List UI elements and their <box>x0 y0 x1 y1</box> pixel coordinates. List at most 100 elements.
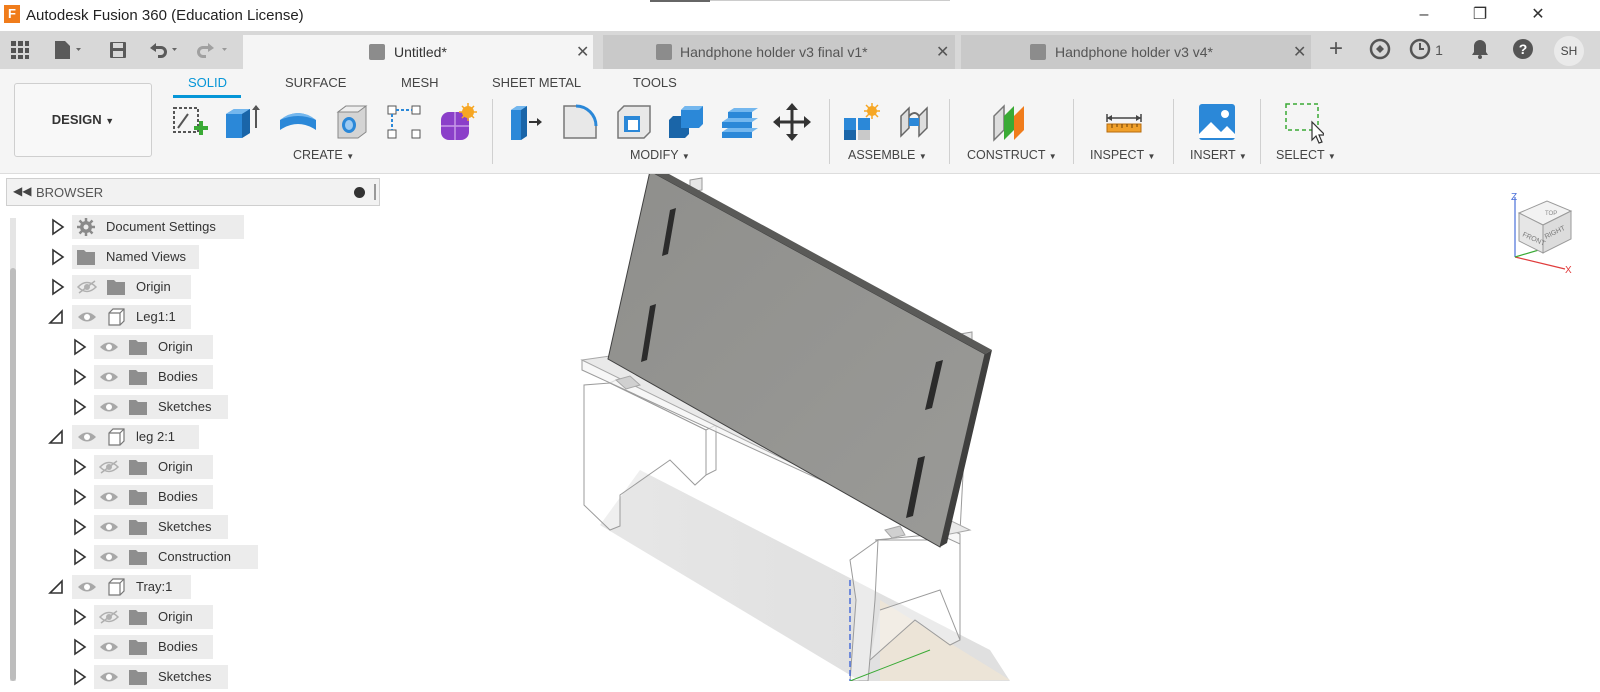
hole-icon[interactable] <box>332 102 370 140</box>
close-tab-icon[interactable]: ✕ <box>1293 42 1306 62</box>
tab-handphone-holder-v4[interactable]: Handphone holder v3 v4* ✕ <box>961 35 1311 69</box>
collapse-panel-icon[interactable]: ◀◀ <box>13 184 31 198</box>
browser-node[interactable]: Tray:1 <box>48 575 308 599</box>
browser-node[interactable]: leg 2:1 <box>48 425 308 449</box>
3d-viewport[interactable] <box>380 168 1600 682</box>
offset-plane-icon[interactable] <box>990 102 1028 142</box>
press-pull-icon[interactable] <box>505 102 543 140</box>
measure-icon[interactable] <box>1104 102 1142 140</box>
insert-image-icon[interactable] <box>1197 102 1235 140</box>
window-select-icon[interactable] <box>1284 102 1327 144</box>
collapsed-triangle-icon[interactable] <box>70 367 88 387</box>
browser-node[interactable]: Sketches <box>70 515 330 539</box>
minimize-button[interactable]: – <box>1404 3 1444 27</box>
file-menu-icon[interactable] <box>50 37 90 63</box>
new-component-icon[interactable] <box>842 102 880 140</box>
visibility-off-icon[interactable] <box>98 459 120 475</box>
collapsed-triangle-icon[interactable] <box>70 547 88 567</box>
user-avatar[interactable]: SH <box>1554 36 1584 66</box>
close-window-button[interactable]: ✕ <box>1518 3 1558 27</box>
browser-node[interactable]: Origin <box>70 335 330 359</box>
expanded-triangle-icon[interactable] <box>48 427 66 447</box>
collapsed-triangle-icon[interactable] <box>70 337 88 357</box>
create-dropdown[interactable]: CREATE ▼ <box>293 148 354 162</box>
expanded-triangle-icon[interactable] <box>48 577 66 597</box>
collapsed-triangle-icon[interactable] <box>70 457 88 477</box>
construct-dropdown[interactable]: CONSTRUCT ▼ <box>967 148 1057 162</box>
restore-button[interactable]: ❐ <box>1460 3 1500 27</box>
save-icon[interactable] <box>106 37 130 63</box>
inspect-dropdown[interactable]: INSPECT ▼ <box>1090 148 1155 162</box>
tab-solid[interactable]: SOLID <box>188 75 227 90</box>
collapsed-triangle-icon[interactable] <box>70 517 88 537</box>
joint-icon[interactable] <box>897 102 935 140</box>
tab-tools[interactable]: TOOLS <box>633 75 677 90</box>
viewcube[interactable]: Z X TOP FRONT RIGHT <box>1505 191 1577 276</box>
collapsed-triangle-icon[interactable] <box>70 607 88 627</box>
collapsed-triangle-icon[interactable] <box>48 277 66 297</box>
tab-untitled[interactable]: Untitled* ✕ <box>243 35 593 69</box>
shell-icon[interactable] <box>614 102 652 140</box>
combine-icon[interactable] <box>667 102 705 140</box>
panel-pin-icon[interactable] <box>354 187 365 198</box>
modify-dropdown[interactable]: MODIFY ▼ <box>630 148 690 162</box>
notifications-bell-icon[interactable] <box>1468 38 1492 62</box>
browser-node[interactable]: Origin <box>70 455 330 479</box>
expanded-triangle-icon[interactable] <box>48 307 66 327</box>
collapsed-triangle-icon[interactable] <box>70 397 88 417</box>
design-workspace-button[interactable]: DESIGN ▼ <box>14 83 152 157</box>
tab-mesh[interactable]: MESH <box>401 75 439 90</box>
job-status-icon[interactable] <box>1408 38 1432 62</box>
new-tab-button[interactable]: + <box>1322 37 1350 62</box>
browser-scrollbar[interactable] <box>10 218 16 681</box>
create-sketch-icon[interactable] <box>170 102 208 140</box>
visibility-on-icon[interactable] <box>98 339 120 355</box>
undo-icon[interactable] <box>146 37 182 63</box>
browser-node[interactable]: Bodies <box>70 635 330 659</box>
visibility-on-icon[interactable] <box>98 669 120 685</box>
visibility-on-icon[interactable] <box>98 549 120 565</box>
visibility-on-icon[interactable] <box>98 519 120 535</box>
revolve-icon[interactable] <box>278 102 316 140</box>
close-tab-icon[interactable]: ✕ <box>576 42 589 62</box>
browser-node[interactable]: Sketches <box>70 395 330 419</box>
tab-handphone-holder-final[interactable]: Handphone holder v3 final v1* ✕ <box>603 35 955 69</box>
rectangular-pattern-icon[interactable] <box>384 102 422 140</box>
visibility-on-icon[interactable] <box>76 309 98 325</box>
collapsed-triangle-icon[interactable] <box>48 217 66 237</box>
insert-dropdown[interactable]: INSERT ▼ <box>1190 148 1247 162</box>
collapsed-triangle-icon[interactable] <box>48 247 66 267</box>
collapsed-triangle-icon[interactable] <box>70 667 88 687</box>
move-copy-icon[interactable] <box>772 102 811 141</box>
browser-node[interactable]: Origin <box>48 275 308 299</box>
collapsed-triangle-icon[interactable] <box>70 487 88 507</box>
browser-node[interactable]: Named Views <box>48 245 308 269</box>
browser-node[interactable]: Origin <box>70 605 330 629</box>
visibility-on-icon[interactable] <box>98 489 120 505</box>
tab-surface[interactable]: SURFACE <box>285 75 346 90</box>
visibility-on-icon[interactable] <box>76 579 98 595</box>
visibility-off-icon[interactable] <box>76 279 98 295</box>
visibility-on-icon[interactable] <box>98 369 120 385</box>
create-form-icon[interactable] <box>438 102 477 140</box>
tab-sheet-metal[interactable]: SHEET METAL <box>492 75 581 90</box>
visibility-on-icon[interactable] <box>98 639 120 655</box>
browser-node[interactable]: Document Settings <box>48 215 308 239</box>
assemble-dropdown[interactable]: ASSEMBLE ▼ <box>848 148 927 162</box>
extrude-icon[interactable] <box>222 102 260 140</box>
visibility-on-icon[interactable] <box>98 399 120 415</box>
help-icon[interactable]: ? <box>1511 38 1535 62</box>
browser-node[interactable]: Construction <box>70 545 330 569</box>
browser-node[interactable]: Sketches <box>70 665 330 689</box>
extensions-icon[interactable] <box>1367 38 1393 62</box>
data-panel-grid-icon[interactable] <box>8 37 32 63</box>
fillet-icon[interactable] <box>560 102 598 140</box>
panel-resize-handle[interactable] <box>374 184 376 200</box>
select-dropdown[interactable]: SELECT ▼ <box>1276 148 1336 162</box>
offset-face-icon[interactable] <box>720 102 758 140</box>
browser-node[interactable]: Bodies <box>70 485 330 509</box>
browser-node[interactable]: Leg1:1 <box>48 305 308 329</box>
visibility-off-icon[interactable] <box>98 609 120 625</box>
close-tab-icon[interactable]: ✕ <box>936 42 949 62</box>
collapsed-triangle-icon[interactable] <box>70 637 88 657</box>
